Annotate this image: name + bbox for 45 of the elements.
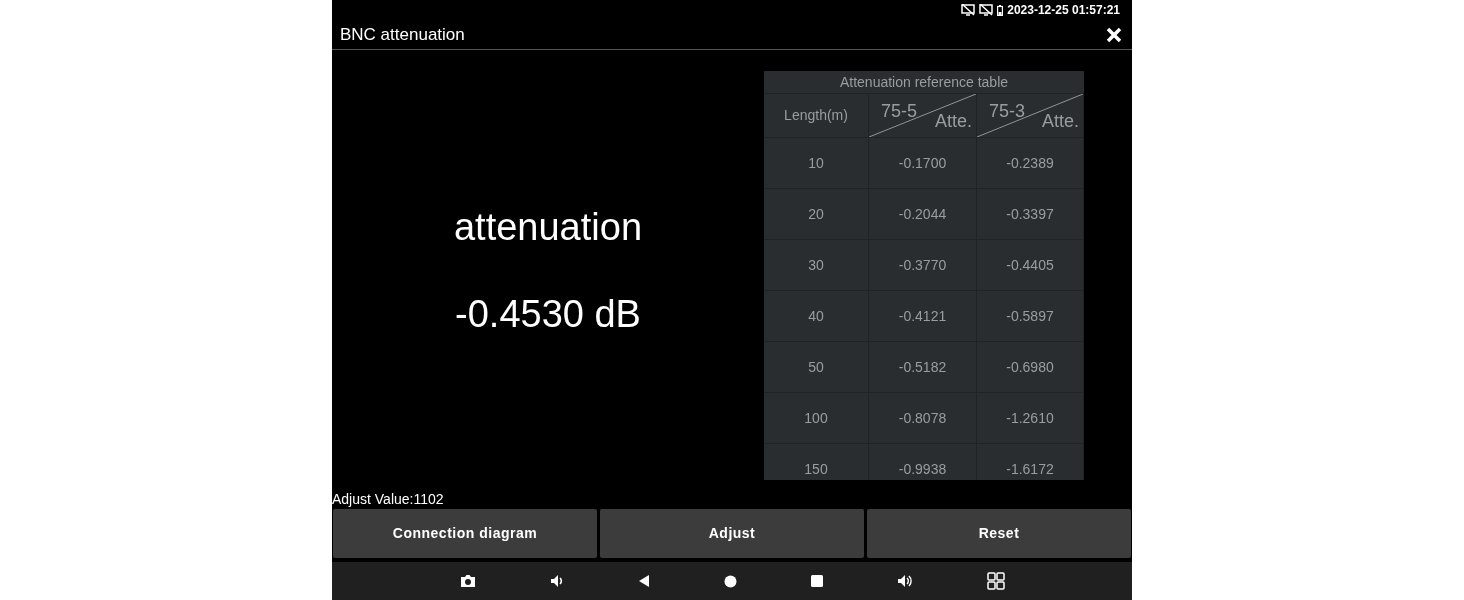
no-display-icon xyxy=(961,4,976,16)
status-time: 2023-12-25 01:57:21 xyxy=(1007,2,1120,19)
window-title: BNC attenuation xyxy=(340,23,465,46)
table-cell: -0.6980 xyxy=(977,342,1084,392)
recents-icon[interactable] xyxy=(810,575,823,587)
table-cell: 10 xyxy=(764,138,869,188)
apps-grid-icon[interactable] xyxy=(986,572,1005,590)
column-header: 75-5 xyxy=(881,100,918,123)
table-cell: -0.4405 xyxy=(977,240,1084,290)
action-button[interactable]: Connection diagram xyxy=(333,509,597,558)
table-cell: 20 xyxy=(764,189,869,239)
table-cell: -0.1700 xyxy=(869,138,977,188)
table-cell: -0.5182 xyxy=(869,342,977,392)
home-icon[interactable] xyxy=(723,574,737,588)
table-cell: -0.9938 xyxy=(869,444,977,480)
camera-icon[interactable] xyxy=(459,574,476,588)
table-cell: -0.8078 xyxy=(869,393,977,443)
table-cell: -0.2389 xyxy=(977,138,1084,188)
table-title: Attenuation reference table xyxy=(764,71,1084,94)
column-header: 75-3 xyxy=(989,100,1026,123)
reading-label: attenuation xyxy=(453,204,643,250)
volume-down-icon[interactable] xyxy=(549,574,564,588)
table-cell: -0.2044 xyxy=(869,189,977,239)
table-cell: 40 xyxy=(764,291,869,341)
table-cell: -1.2610 xyxy=(977,393,1084,443)
reading-value: -0.4530 dB xyxy=(455,291,641,337)
back-icon[interactable] xyxy=(637,574,650,588)
no-display-icon xyxy=(979,4,994,16)
table-cell: 150 xyxy=(764,444,869,480)
action-button[interactable]: Adjust xyxy=(600,509,864,558)
table-cell: -0.3770 xyxy=(869,240,977,290)
adjust-value-text: Adjust Value:1102 xyxy=(332,489,444,509)
table-cell: -0.3397 xyxy=(977,189,1084,239)
table-cell: -0.5897 xyxy=(977,291,1084,341)
table-cell: -0.4121 xyxy=(869,291,977,341)
action-button[interactable]: Reset xyxy=(867,509,1131,558)
table-cell: -1.6172 xyxy=(977,444,1084,480)
column-header: Length(m) xyxy=(764,94,869,137)
column-subheader: Atte. xyxy=(934,110,972,133)
volume-up-icon[interactable] xyxy=(896,574,913,588)
table-cell: 50 xyxy=(764,342,869,392)
column-subheader: Atte. xyxy=(1041,110,1079,133)
battery-icon xyxy=(997,4,1004,16)
table-cell: 100 xyxy=(764,393,869,443)
table-cell: 30 xyxy=(764,240,869,290)
